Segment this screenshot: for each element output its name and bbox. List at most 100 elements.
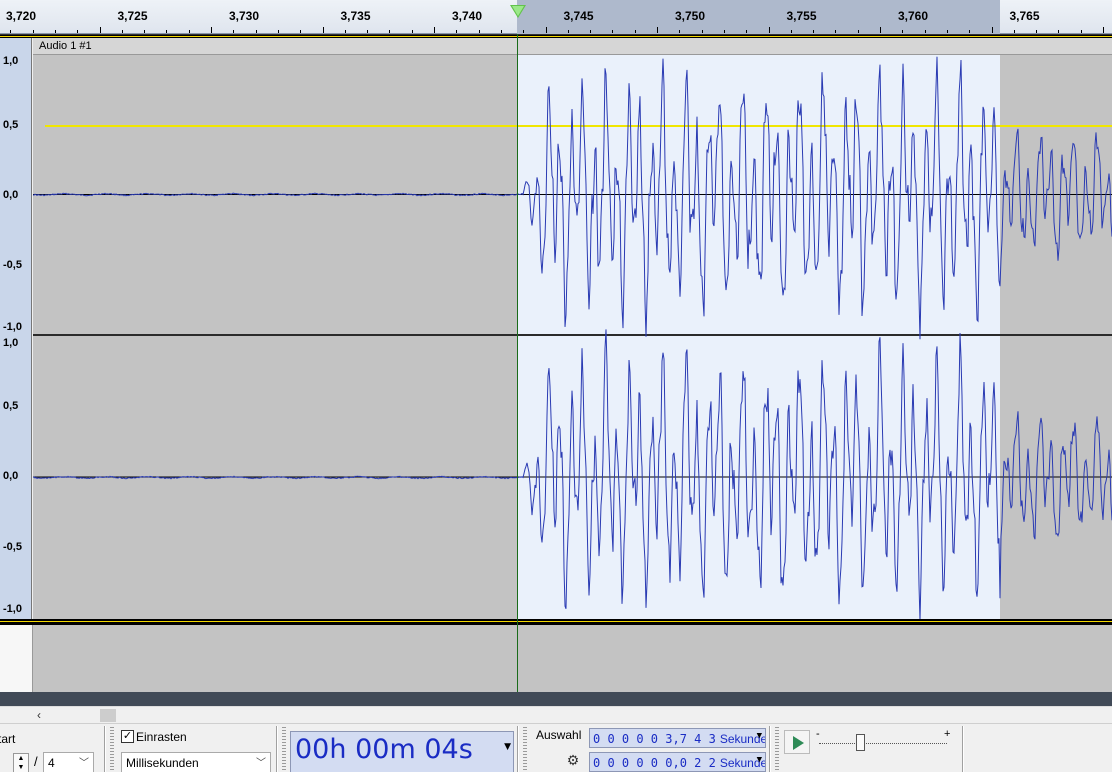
snap-mode-select[interactable]: Millisekunden ﹀ [121,752,271,772]
ruler-minor-tick [1013,30,1015,33]
time-display[interactable]: 00h 00m 04s ▼ [290,731,514,772]
ruler-minor-tick [723,30,725,33]
time-seconds: 04 [424,734,459,765]
beat-select[interactable]: 4 ﹀ [43,752,94,772]
play-at-speed-button[interactable] [784,730,810,754]
toolbar-grip[interactable] [110,727,114,771]
vscale-label: 0,5 [3,119,19,131]
vscale-label: 0,0 [3,470,19,482]
start-label: tart [0,732,16,746]
playhead-marker[interactable] [510,5,526,18]
scroll-left-icon[interactable]: ‹ [31,708,47,723]
snap-checkbox[interactable]: ✓ [121,730,134,743]
scrollbar-thumb[interactable] [100,709,116,722]
gear-icon[interactable]: ⚙ [565,752,581,768]
speed-minus-label: - [816,728,820,740]
time-format-dropdown-icon[interactable]: ▼ [504,742,511,752]
horizontal-scrollbar[interactable]: ‹ [0,706,1112,723]
ruler-major-tick [211,27,212,33]
ruler-tick-label: 3,730 [228,9,260,23]
empty-track-area[interactable] [33,625,1112,692]
selection-length-field[interactable]: 0 0 0 0 0 0,0 2 2Sekunden ▼ [589,752,766,772]
chevron-down-icon: ﹀ [256,758,266,769]
vscale-label: -0,5 [3,541,22,553]
time-minutes: 00 [355,734,390,765]
snap-mode-value: Millisekunden [126,756,199,770]
ruler-minor-tick [1036,30,1038,33]
tracks-bottom-divider [0,692,1112,706]
ruler-minor-tick [300,30,302,33]
ruler-tick-label: 3,720 [5,9,37,23]
ruler-minor-tick [612,30,614,33]
ruler-minor-tick [634,30,636,33]
ruler-minor-tick [456,30,458,33]
ruler-tick-label: 3,725 [117,9,148,23]
time-minutes-unit: m [389,734,416,765]
ruler-minor-tick [478,30,480,33]
ruler-major-tick [322,27,324,33]
toolbar-grip[interactable] [775,727,779,771]
time-seconds-unit: s [458,734,473,765]
ruler-minor-tick [344,30,346,33]
ruler-minor-tick [790,30,792,33]
ruler-major-tick [880,27,881,33]
vscale-label: -1,0 [3,321,22,333]
ruler-minor-tick [567,30,569,33]
ruler-minor-tick [813,30,815,33]
toolbar-separator [104,726,106,772]
ruler-minor-tick [255,30,257,33]
selection-format-dropdown-icon[interactable]: ▼ [757,755,762,765]
ruler-minor-tick [969,30,971,33]
ruler-major-tick [1103,27,1104,33]
ruler-major-tick [657,27,658,33]
ruler-minor-tick [188,30,190,33]
ruler-minor-tick [1058,30,1060,33]
selection-format-dropdown-icon[interactable]: ▼ [757,731,762,741]
track-name-bar[interactable]: Audio 1 #1 [33,38,1112,55]
empty-track-gutter [0,625,33,692]
track-name: Audio 1 #1 [39,40,92,52]
timeline-ruler[interactable]: 3,720 3,725 3,730 3,735 3,740 3,745 3,750 3,755… [0,0,1112,34]
ruler-tick-label: 3,735 [340,9,371,23]
ruler-minor-tick [367,30,369,33]
ruler-minor-tick [166,30,168,33]
slider-thumb[interactable] [856,734,865,751]
vscale-label: -1,0 [3,603,22,615]
ruler-tick-label: 3,760 [897,9,929,23]
ruler-minor-tick [144,30,146,33]
toolbar-separator [276,726,278,772]
ruler-minor-tick [590,30,592,33]
waveform-area[interactable] [32,55,1112,621]
beat-value: 4 [48,756,55,770]
ruler-minor-tick [233,30,235,33]
ruler-minor-tick [121,30,123,33]
vscale-label: 1,0 [3,337,19,349]
ruler-tick-label: 3,745 [563,9,594,23]
beat-slash: / [34,754,38,769]
ruler-minor-tick [389,30,391,33]
toolbar-grip[interactable] [523,727,527,771]
ruler-major-tick [545,27,547,33]
ruler-major-tick [434,27,435,33]
ruler-major-tick [99,27,101,33]
selection-start-value: 0 0 0 0 0 3,7 4 3 [593,732,716,746]
audacity-window: 3,720 3,725 3,730 3,735 3,740 3,745 3,750 3,755… [0,0,1112,772]
waveform-line [32,329,1112,621]
vscale-label: 0,0 [3,189,19,201]
vertical-scale[interactable]: 1,0 0,5 0,0 -0,5 -1,0 1,0 0,5 0,0 -0,5 -… [0,38,32,692]
ruler-minor-tick [277,30,279,33]
ruler-minor-tick [500,30,502,33]
ruler-minor-tick [411,30,413,33]
toolbar-separator [517,726,519,772]
ruler-minor-tick [10,30,12,33]
toolbar-separator [962,726,964,772]
playback-speed-slider[interactable]: - + [813,728,955,756]
selection-start-field[interactable]: 0 0 0 0 0 3,7 4 3Sekunden ▼ [589,728,766,748]
beat-spinner[interactable]: ▲ ▼ [13,753,29,772]
vscale-label: 0,5 [3,400,19,412]
slider-track [819,743,947,744]
ruler-minor-tick [523,30,525,33]
ruler-minor-tick [946,30,948,33]
ruler-minor-tick [746,30,748,33]
toolbar-grip[interactable] [282,727,286,771]
